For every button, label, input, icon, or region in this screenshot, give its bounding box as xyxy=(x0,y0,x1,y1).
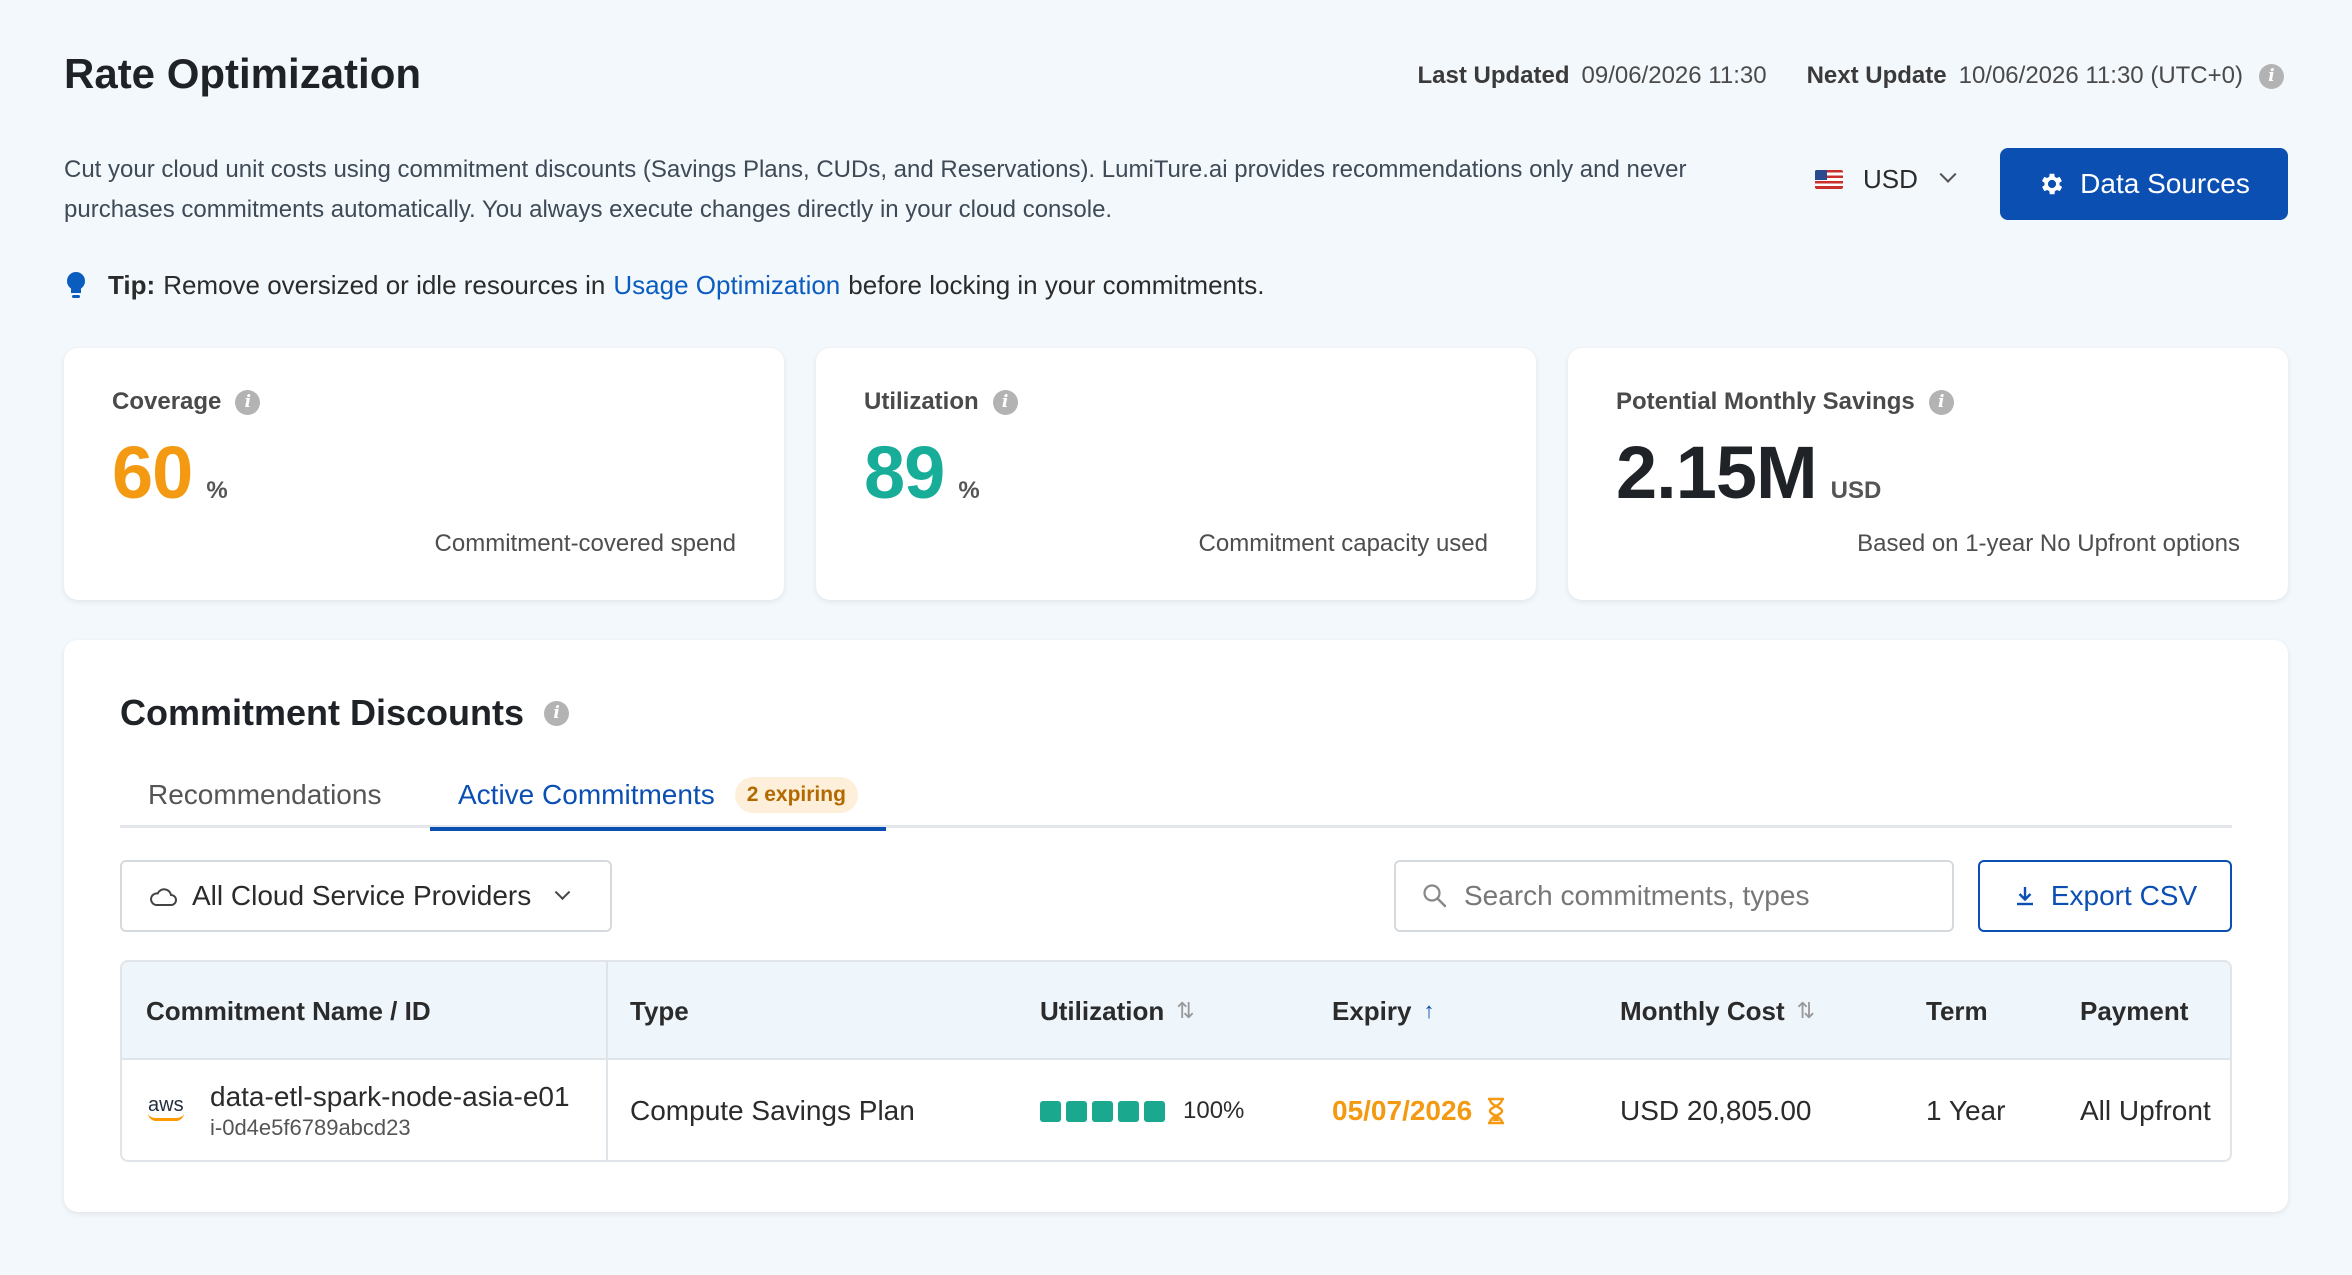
currency-value: USD xyxy=(1863,164,1918,194)
last-updated-label: Last Updated xyxy=(1417,62,1570,89)
next-update-value: 10/06/2026 11:30 (UTC+0) xyxy=(1958,62,2243,89)
utilization-title: Utilization xyxy=(864,388,979,415)
search-box[interactable] xyxy=(1394,860,1954,932)
expiry-date: 05/07/2026 xyxy=(1332,1095,1473,1126)
cloud-provider-value: All Cloud Service Providers xyxy=(192,880,532,911)
utilization-percent: 100% xyxy=(1183,1097,1245,1124)
expiry-cell: 05/07/2026 xyxy=(1332,1060,1506,1160)
table-header: Commitment Name / ID Type Utilization ⇅ E… xyxy=(122,962,2230,1060)
usage-optimization-link[interactable]: Usage Optimization xyxy=(613,270,840,301)
utilization-segment xyxy=(1118,1100,1139,1122)
utilization-segment xyxy=(1144,1100,1165,1122)
utilization-meter xyxy=(1040,1100,1165,1122)
column-header-term: Term xyxy=(1926,995,1988,1026)
tab-recommendations[interactable]: Recommendations xyxy=(120,762,409,828)
column-header-utilization[interactable]: Utilization ⇅ xyxy=(1040,962,1195,1060)
term: 1 Year xyxy=(1926,1095,2006,1126)
utilization-card: Utilization i 89 % Commitment capacity us… xyxy=(816,348,1536,600)
savings-unit: USD xyxy=(1830,477,1882,504)
data-sources-label: Data Sources xyxy=(2080,168,2250,199)
hourglass-icon xyxy=(1488,1097,1505,1125)
info-icon[interactable]: i xyxy=(2259,63,2284,89)
next-update-label: Next Update xyxy=(1806,62,1947,89)
export-label: Export CSV xyxy=(2050,880,2198,911)
update-status: Last Updated 09/06/2026 11:30 Next Updat… xyxy=(1417,62,2284,90)
utilization-caption: Commitment capacity used xyxy=(1198,530,1488,557)
download-icon xyxy=(2016,887,2033,906)
currency-select[interactable]: USD xyxy=(1815,164,1957,195)
aws-logo-icon: aws xyxy=(148,1094,184,1121)
tab-label: Recommendations xyxy=(148,779,382,810)
cloud-icon xyxy=(150,888,177,906)
info-icon[interactable]: i xyxy=(235,389,261,415)
utilization-unit: % xyxy=(958,477,980,504)
sort-ascending-icon[interactable]: ↑ xyxy=(1424,998,1435,1024)
info-icon[interactable]: i xyxy=(544,700,570,726)
utilization-segment xyxy=(1066,1100,1087,1122)
monthly-cost: USD 20,805.00 xyxy=(1620,1095,1812,1126)
chevron-down-icon xyxy=(1939,165,1957,183)
chevron-down-icon xyxy=(554,883,571,900)
us-flag-icon xyxy=(1815,170,1843,189)
commitment-name: data-etl-spark-node-asia-e01 xyxy=(210,1081,570,1112)
column-header-expiry[interactable]: Expiry ↑ xyxy=(1332,962,1435,1060)
savings-value: 2.15M xyxy=(1616,431,1818,514)
cloud-provider-select[interactable]: All Cloud Service Providers xyxy=(120,860,612,932)
commitment-discounts-panel: Commitment Discounts i Recommendations A… xyxy=(64,640,2288,1212)
commitment-type: Compute Savings Plan xyxy=(630,1095,915,1126)
savings-caption: Based on 1-year No Upfront options xyxy=(1857,530,2240,557)
gear-icon xyxy=(2042,173,2063,195)
coverage-caption: Commitment-covered spend xyxy=(434,530,736,557)
sort-icon[interactable]: ⇅ xyxy=(1176,998,1194,1024)
tab-active-commitments[interactable]: Active Commitments 2 expiring xyxy=(430,762,886,831)
column-header-name: Commitment Name / ID xyxy=(146,995,431,1026)
tab-label: Active Commitments xyxy=(458,778,715,810)
last-updated-value: 09/06/2026 11:30 xyxy=(1581,62,1767,89)
utilization-segment xyxy=(1092,1100,1113,1122)
savings-card: Potential Monthly Savings i 2.15M USD Bas… xyxy=(1568,348,2288,600)
section-title: Commitment Discounts xyxy=(120,692,525,733)
sort-icon[interactable]: ⇅ xyxy=(1797,998,1815,1024)
info-icon[interactable]: i xyxy=(1928,389,1954,415)
payment: All Upfront xyxy=(2080,1095,2211,1126)
tip-text-after: before locking in your commitments. xyxy=(848,270,1265,300)
tip-banner: Tip: Remove oversized or idle resources … xyxy=(66,270,1264,301)
search-icon xyxy=(1423,884,1447,908)
page-description: Cut your cloud unit costs using commitme… xyxy=(64,156,1687,223)
commitment-id: i-0d4e5f6789abcd23 xyxy=(210,1115,411,1140)
column-header-payment: Payment xyxy=(2080,995,2189,1026)
data-sources-button[interactable]: Data Sources xyxy=(2000,148,2288,220)
column-header-monthly-cost[interactable]: Monthly Cost ⇅ xyxy=(1620,962,1815,1060)
coverage-title: Coverage xyxy=(112,388,222,415)
tip-label: Tip: xyxy=(108,270,156,300)
export-csv-button[interactable]: Export CSV xyxy=(1978,860,2232,932)
lightbulb-icon xyxy=(67,271,85,298)
coverage-unit: % xyxy=(206,477,228,504)
tab-bar: Recommendations Active Commitments 2 exp… xyxy=(120,762,2232,831)
tip-text-before: Remove oversized or idle resources in xyxy=(163,270,606,300)
expiring-badge: 2 expiring xyxy=(734,776,858,813)
column-header-type: Type xyxy=(630,995,689,1026)
info-icon[interactable]: i xyxy=(992,389,1018,415)
coverage-card: Coverage i 60 % Commitment-covered spend xyxy=(64,348,784,600)
search-input[interactable] xyxy=(1464,880,1944,912)
utilization-segment xyxy=(1040,1100,1061,1122)
coverage-value: 60 xyxy=(112,431,193,514)
commitments-table: Commitment Name / ID Type Utilization ⇅ E… xyxy=(120,960,2232,1162)
table-row[interactable]: aws data-etl-spark-node-asia-e01 i-0d4e5… xyxy=(122,1060,2230,1160)
utilization-cell: 100% xyxy=(1040,1060,1245,1160)
page-title: Rate Optimization xyxy=(64,50,422,97)
savings-title: Potential Monthly Savings xyxy=(1616,388,1915,415)
commitment-name-cell: data-etl-spark-node-asia-e01 i-0d4e5f678… xyxy=(210,1060,570,1160)
utilization-value: 89 xyxy=(864,431,945,514)
